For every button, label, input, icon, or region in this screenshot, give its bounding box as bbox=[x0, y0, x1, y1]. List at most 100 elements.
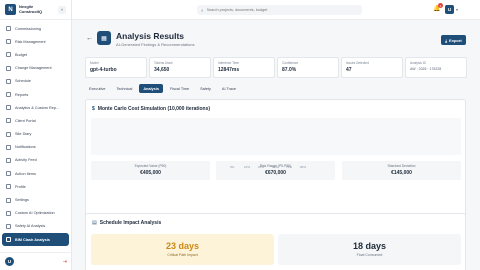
impact-value: 18 days bbox=[352, 241, 387, 251]
result-expected-value: Expected Value (P50) €405,000 bbox=[91, 161, 210, 180]
sidebar-item-change-management[interactable]: Change Management bbox=[2, 62, 69, 75]
page-subtitle: AI-Generated Findings & Recommendations bbox=[116, 42, 195, 47]
sidebar-item-site-diary[interactable]: Site Diary bbox=[2, 128, 69, 141]
tab-ai-trace[interactable]: AI Trace bbox=[218, 84, 240, 93]
bell-icon bbox=[6, 144, 11, 150]
page-title: Analysis Results bbox=[116, 31, 185, 41]
sidebar-item-analytics[interactable]: Analytics & Custom Rep... bbox=[2, 101, 69, 114]
sidebar-item-label: Safety AI Analysis bbox=[15, 224, 46, 229]
sidebar-item-activity-feed[interactable]: Activity Feed bbox=[2, 154, 69, 167]
sidebar-item-budget[interactable]: Budget bbox=[2, 48, 69, 61]
change-icon bbox=[6, 65, 11, 71]
calendar-icon bbox=[6, 78, 11, 84]
sidebar-item-settings[interactable]: Settings bbox=[2, 193, 69, 206]
stat-label: Model bbox=[90, 61, 99, 65]
impact-value: 23 days bbox=[165, 241, 200, 251]
tab-executive[interactable]: Executive bbox=[85, 84, 109, 93]
sparkle-icon bbox=[6, 210, 11, 216]
app-name: Nexgile ConstructIQ bbox=[19, 3, 43, 14]
stat-label: Analysis ID bbox=[410, 61, 426, 65]
sidebar-collapse-button[interactable]: « bbox=[58, 5, 66, 14]
search-input[interactable] bbox=[206, 8, 347, 12]
result-value: €670,000 bbox=[265, 170, 286, 176]
sidebar-item-label: Action Items bbox=[15, 171, 36, 176]
avatar: U bbox=[445, 5, 454, 14]
result-risk-range: Risk Range (P5-P95) €670,000 bbox=[216, 161, 335, 180]
back-arrow-icon[interactable]: ← bbox=[86, 35, 93, 42]
impact-label: Float Consumed bbox=[356, 253, 383, 257]
float-consumed-box: 18 days Float Consumed bbox=[278, 234, 461, 265]
sidebar-item-label: Site Diary bbox=[15, 132, 32, 137]
portal-icon bbox=[6, 118, 11, 124]
stat-card-issues: Issues Detected 47 bbox=[341, 57, 403, 78]
percentile-label: 10% bbox=[244, 165, 251, 169]
brand: N Nexgile ConstructIQ « bbox=[0, 0, 71, 20]
sidebar-item-safety-ai[interactable]: Safety AI Analysis bbox=[2, 220, 69, 233]
export-label: Export bbox=[449, 37, 462, 43]
sidebar-item-reports[interactable]: Reports bbox=[2, 88, 69, 101]
sidebar-item-label: Analytics & Custom Rep... bbox=[15, 105, 60, 110]
analysis-tabs: Executive Technical Analysis Fiscal Time… bbox=[85, 84, 243, 93]
chevron-down-icon: ▾ bbox=[456, 7, 459, 12]
sidebar-item-label: Custom AI Optimization bbox=[15, 211, 55, 216]
result-std-dev: Standard Deviation €145,000 bbox=[342, 161, 461, 180]
activity-icon bbox=[6, 157, 11, 163]
logout-icon[interactable]: ⇥ bbox=[63, 259, 67, 265]
sidebar-item-label: Budget bbox=[15, 52, 28, 57]
sidebar-nav: Commissioning Risk Management Budget Cha… bbox=[0, 20, 71, 248]
panel-title: ▤ Schedule Impact Analysis bbox=[92, 220, 161, 226]
stat-value: 34,650 bbox=[154, 67, 170, 73]
tab-safety[interactable]: Safety bbox=[196, 84, 215, 93]
stat-value: 87.0% bbox=[282, 67, 297, 73]
stat-label: Issues Detected bbox=[346, 61, 369, 65]
stat-value: gpt-4-turbo bbox=[90, 67, 117, 73]
avatar[interactable]: U bbox=[5, 257, 14, 266]
dollar-icon: $ bbox=[92, 106, 95, 112]
sidebar-item-risk-management[interactable]: Risk Management bbox=[2, 35, 69, 48]
schedule-impact-panel: ▤ Schedule Impact Analysis 23 days Critic… bbox=[85, 213, 466, 270]
percentile-label: 90% bbox=[300, 165, 307, 169]
app-logo: N bbox=[5, 4, 16, 15]
sidebar-item-custom-ai[interactable]: Custom AI Optimization bbox=[2, 207, 69, 220]
percentile-label: 0% bbox=[230, 165, 235, 169]
sidebar-item-label: BIM Clash Analysis bbox=[15, 237, 50, 242]
sidebar-item-notifications[interactable]: Notifications bbox=[2, 141, 69, 154]
sidebar-item-client-portal[interactable]: Client Portal bbox=[2, 114, 69, 127]
stat-value: 47 bbox=[346, 67, 352, 73]
sidebar-item-commissioning[interactable]: Commissioning bbox=[2, 22, 69, 35]
simulation-chart-area bbox=[91, 118, 461, 155]
result-label: Standard Deviation bbox=[387, 164, 416, 168]
analysis-icon: ▦ bbox=[97, 31, 111, 45]
sidebar-item-schedule[interactable]: Schedule bbox=[2, 75, 69, 88]
stat-card-confidence: Confidence 87.0% bbox=[277, 57, 339, 78]
sidebar-item-bim-clash[interactable]: BIM Clash Analysis bbox=[2, 233, 69, 247]
main-content: ← ▦ Analysis Results AI-Generated Findin… bbox=[72, 20, 480, 270]
user-menu[interactable]: U ▾ bbox=[445, 5, 458, 14]
topbar: ⌕ 🔔 1 U ▾ bbox=[72, 0, 480, 20]
sidebar-item-action-items[interactable]: Action Items bbox=[2, 167, 69, 180]
commissioning-icon bbox=[6, 26, 11, 32]
stat-label: Tokens Used bbox=[154, 61, 173, 65]
stat-label: Inference Time bbox=[218, 61, 240, 65]
user-icon bbox=[6, 184, 11, 190]
tab-fiscal-time[interactable]: Fiscal Time bbox=[166, 84, 193, 93]
sidebar-item-label: Change Management bbox=[15, 66, 52, 71]
stat-card-inference-time: Inference Time 12847ms bbox=[213, 57, 275, 78]
percentile-label: 75% bbox=[286, 165, 293, 169]
sidebar-item-profile[interactable]: Profile bbox=[2, 180, 69, 193]
sidebar-item-label: Risk Management bbox=[15, 39, 46, 44]
tab-technical[interactable]: Technical bbox=[112, 84, 136, 93]
percentile-label: 50% bbox=[272, 165, 279, 169]
stat-card-model: Model gpt-4-turbo bbox=[85, 57, 147, 78]
analytics-icon bbox=[6, 105, 11, 111]
stat-value: AW · 2026 · 175228 bbox=[410, 67, 442, 71]
tab-analysis[interactable]: Analysis bbox=[139, 84, 163, 93]
stat-label: Confidence bbox=[282, 61, 299, 65]
export-button[interactable]: ⤓ Export bbox=[441, 35, 466, 45]
result-value: €405,000 bbox=[140, 170, 161, 176]
notification-badge: 1 bbox=[438, 3, 443, 8]
budget-icon bbox=[6, 52, 11, 58]
stat-card-analysis-id: Analysis ID AW · 2026 · 175228 bbox=[405, 57, 467, 78]
search-bar[interactable]: ⌕ bbox=[197, 5, 362, 15]
sidebar-item-label: Settings bbox=[15, 198, 29, 203]
